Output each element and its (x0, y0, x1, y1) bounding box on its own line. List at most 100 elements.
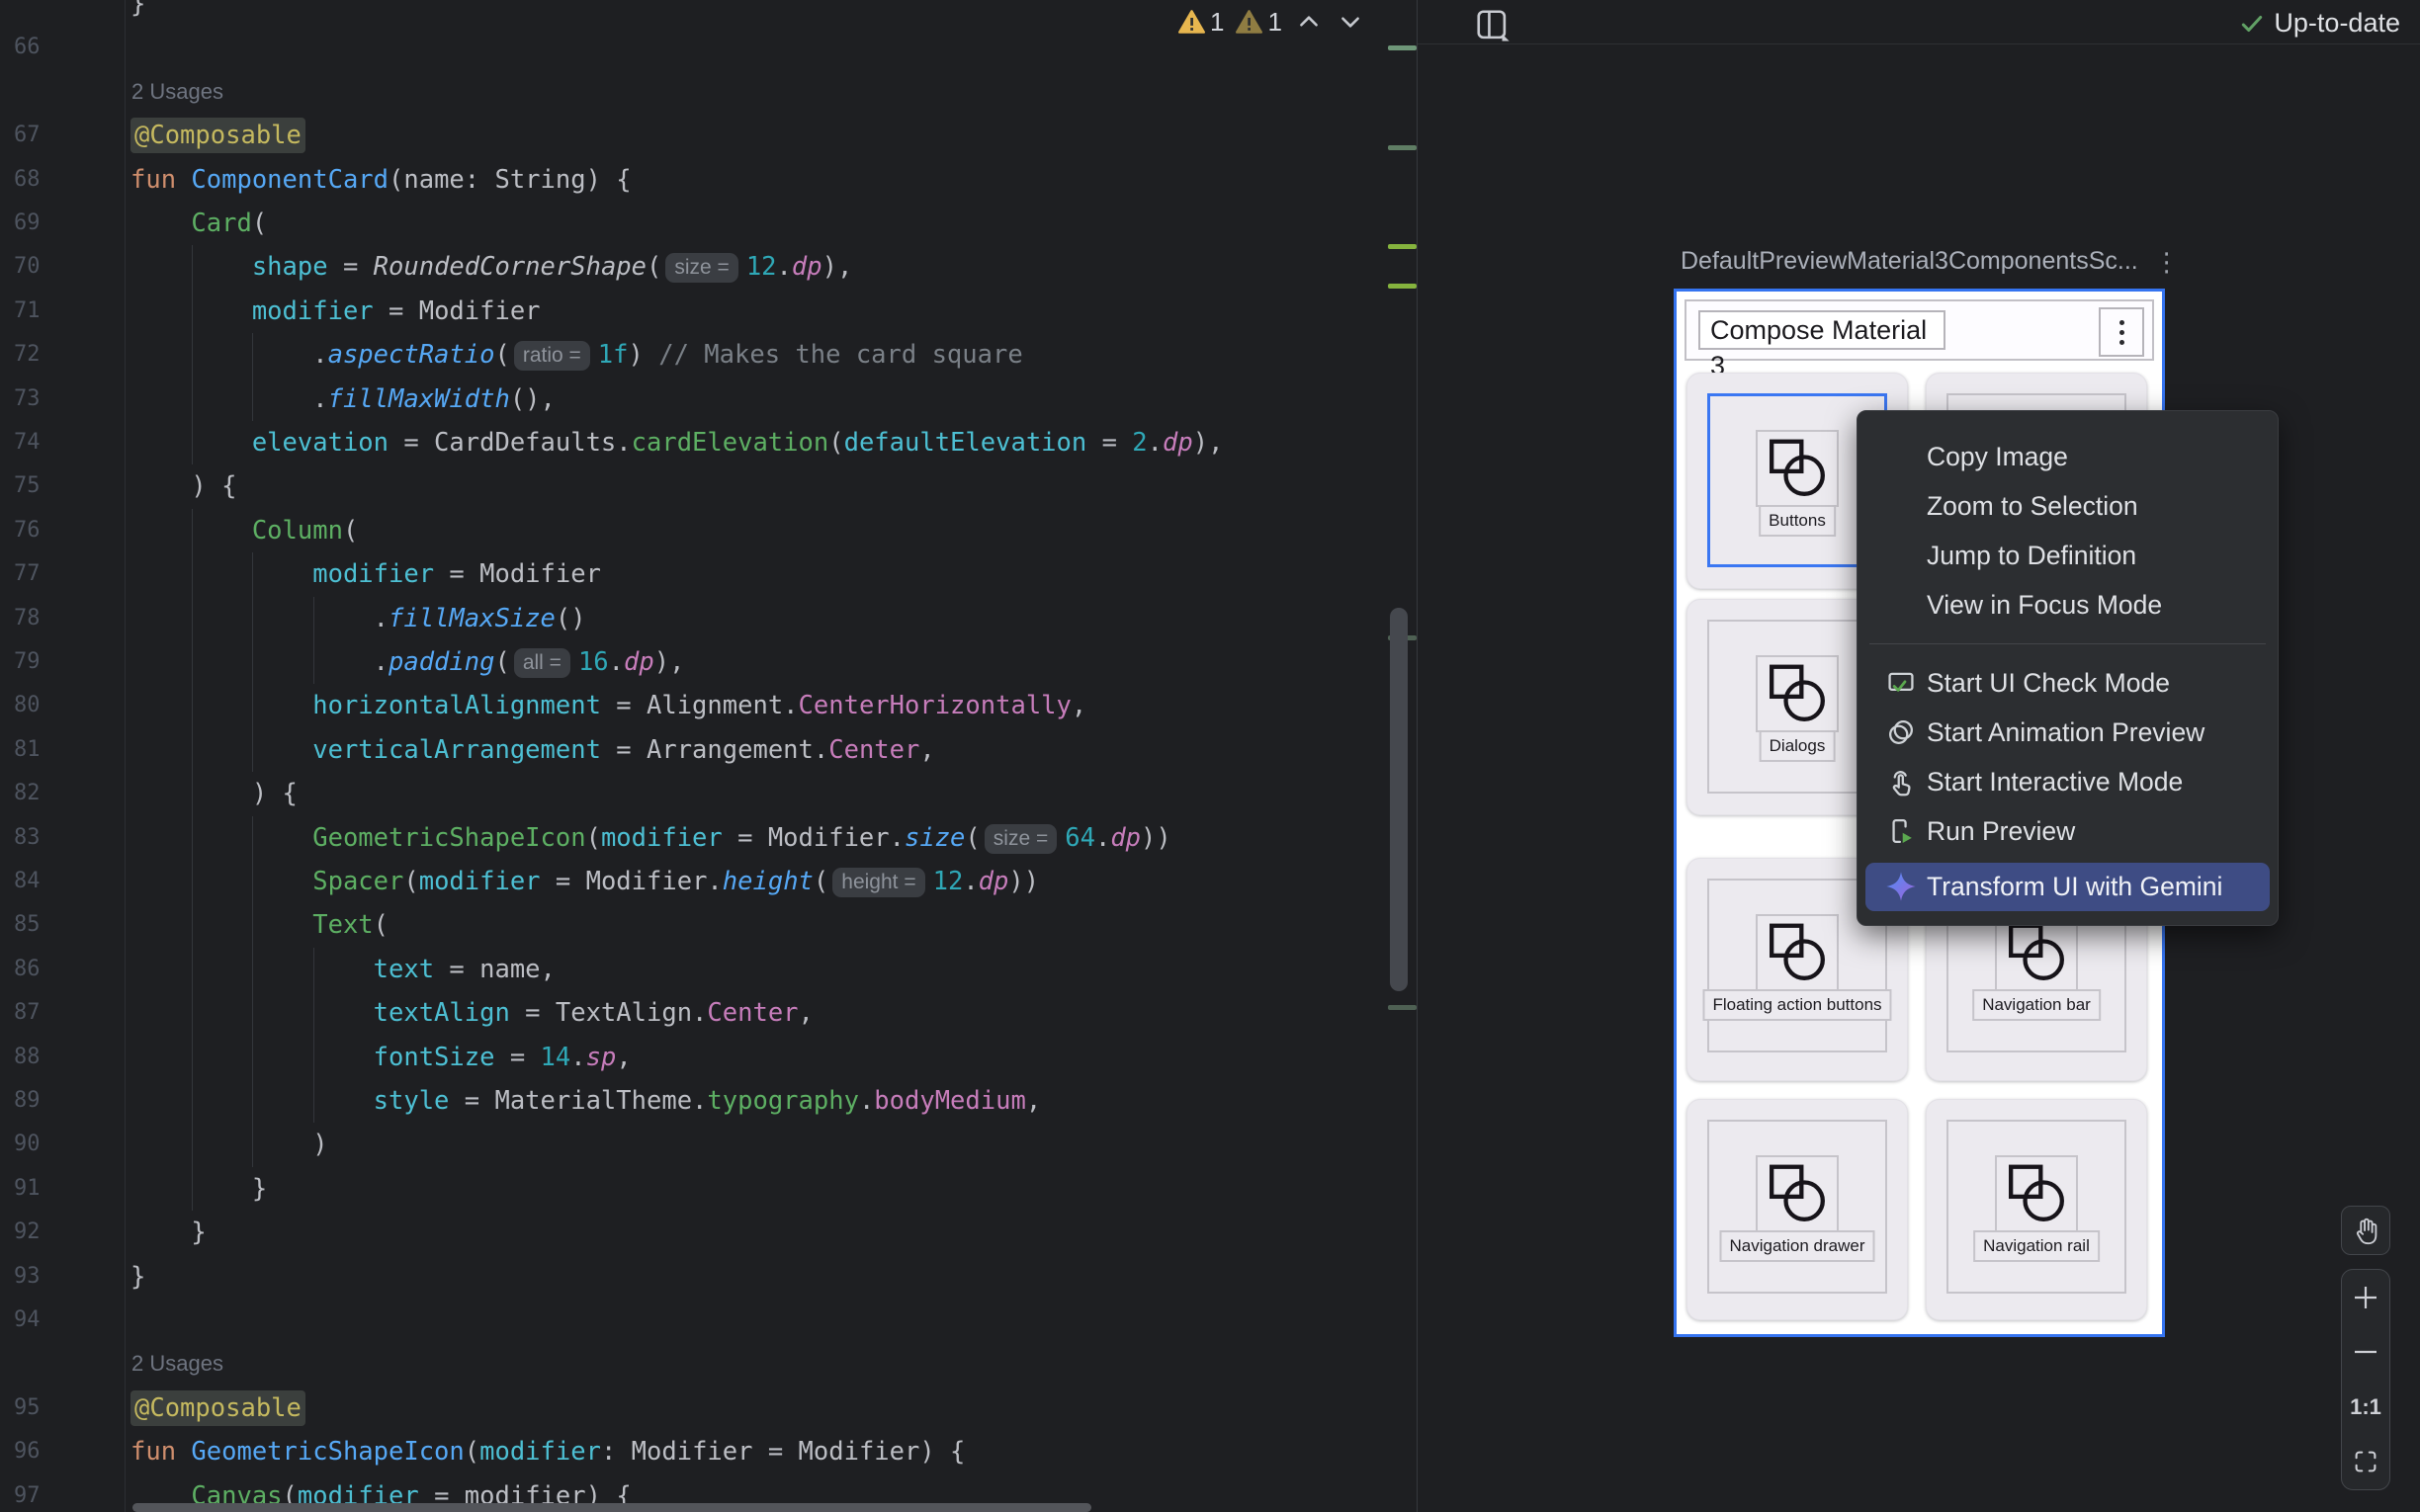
code-line: 81 verticalArrangement = Arrangement.Cen… (0, 728, 1417, 772)
code-line: 94 (0, 1299, 1417, 1342)
preview-app-topbar: Compose Material 3 (1685, 299, 2154, 361)
line-number: 84 (14, 860, 41, 903)
menu-item-label: Start UI Check Mode (1927, 668, 2170, 699)
code-vision-usages[interactable]: 2 Usages (0, 70, 1417, 114)
minus-icon (2351, 1337, 2380, 1367)
code-editor[interactable]: }662 Usages67@Composable68fun ComponentC… (0, 0, 1417, 1512)
menu-item-start-animation-preview[interactable]: Start Animation Preview (1858, 708, 2278, 757)
pan-tool-button[interactable] (2341, 1206, 2390, 1255)
zoom-actual-size-button[interactable]: 1:1 (2344, 1384, 2387, 1431)
code-line: 88 fontSize = 14.sp, (0, 1036, 1417, 1079)
menu-item-label: Start Interactive Mode (1927, 767, 2183, 798)
chevron-up-icon (1296, 9, 1322, 35)
vertical-scrollbar[interactable] (1390, 608, 1408, 991)
warning-icon (1178, 10, 1205, 35)
square-circle-icon (2001, 920, 2072, 985)
line-number: 78 (14, 597, 41, 640)
previous-highlight-button[interactable] (1294, 7, 1324, 37)
code-line: 80 horizontalAlignment = Alignment.Cente… (0, 684, 1417, 727)
code-line: 91 } (0, 1167, 1417, 1211)
menu-item-run-preview[interactable]: Run Preview (1858, 806, 2278, 856)
menu-item-label: Transform UI with Gemini (1927, 872, 2222, 902)
line-number: 88 (14, 1036, 41, 1079)
code-line: 79 .padding(all =16.dp), (0, 640, 1417, 684)
code-vision-usages[interactable]: 2 Usages (0, 1342, 1417, 1386)
line-number: 86 (14, 948, 41, 991)
horizontal-scrollbar[interactable] (132, 1503, 1091, 1512)
layout-bounds: Navigation rail (1946, 1120, 2126, 1294)
icon-bounds (1756, 1155, 1839, 1232)
preview-name-label: DefaultPreviewMaterial3ComponentsSc... (1681, 247, 2138, 276)
menu-item-label: View in Focus Mode (1927, 590, 2162, 621)
sync-status[interactable]: Up-to-date (2239, 8, 2400, 39)
plus-icon (2351, 1283, 2380, 1312)
line-number: 67 (14, 114, 41, 157)
code-line: 71 modifier = Modifier (0, 290, 1417, 333)
code-line: 87 textAlign = TextAlign.Center, (0, 991, 1417, 1035)
preview-card-navigation-drawer[interactable]: Navigation drawer (1686, 1099, 1908, 1320)
line-number: 75 (14, 464, 41, 508)
line-number: 83 (14, 816, 41, 860)
menu-item-label: Run Preview (1927, 816, 2075, 847)
card-label: Floating action buttons (1702, 989, 1891, 1021)
menu-item-copy-image[interactable]: Copy Image (1858, 432, 2278, 481)
line-number: 87 (14, 991, 41, 1035)
code-line: 73 .fillMaxWidth(), (0, 378, 1417, 421)
code-line: 68fun ComponentCard(name: String) { (0, 158, 1417, 202)
code-line: 74 elevation = CardDefaults.cardElevatio… (0, 421, 1417, 464)
line-number: 91 (14, 1167, 41, 1211)
code-line: 95@Composable (0, 1386, 1417, 1430)
code-line: 76 Column( (0, 509, 1417, 552)
code-line: 90 ) (0, 1123, 1417, 1166)
code-line: 86 text = name, (0, 948, 1417, 991)
menu-item-label: Zoom to Selection (1927, 491, 2138, 522)
card-label: Navigation drawer (1719, 1230, 1874, 1262)
line-number: 76 (14, 509, 41, 552)
code-line: 84 Spacer(modifier = Modifier.height(hei… (0, 860, 1417, 903)
animation-icon (1883, 714, 1919, 750)
icon-bounds (1756, 914, 1839, 991)
change-marker (1388, 284, 1417, 289)
menu-item-jump-to-definition[interactable]: Jump to Definition (1858, 531, 2278, 580)
menu-item-start-ui-check-mode[interactable]: Start UI Check Mode (1858, 658, 2278, 708)
preview-card-navigation-rail[interactable]: Navigation rail (1926, 1099, 2147, 1320)
line-number: 82 (14, 772, 41, 815)
change-marker (1388, 45, 1417, 50)
toolbar-divider (1418, 43, 2420, 44)
card-label: Buttons (1759, 505, 1836, 537)
line-number: 90 (14, 1123, 41, 1166)
menu-item-view-in-focus-mode[interactable]: View in Focus Mode (1858, 580, 2278, 630)
gemini-icon (1883, 869, 1919, 904)
line-number: 74 (14, 421, 41, 464)
warning-count: 1 (1210, 7, 1224, 38)
zoom-in-button[interactable] (2344, 1274, 2387, 1321)
line-number: 71 (14, 290, 41, 333)
warning-badge[interactable]: 1 (1178, 7, 1224, 38)
menu-item-zoom-to-selection[interactable]: Zoom to Selection (1858, 481, 2278, 531)
line-number: 77 (14, 552, 41, 596)
menu-item-transform-ui-with-gemini[interactable]: Transform UI with Gemini (1858, 856, 2278, 917)
square-circle-icon (1762, 436, 1833, 501)
icon-bounds (1756, 655, 1839, 732)
preview-options-kebab-icon[interactable]: ⋮ (2154, 249, 2180, 275)
code-line: 92 } (0, 1211, 1417, 1254)
layout-bounds: Navigation drawer (1707, 1120, 1887, 1294)
weak-warning-badge[interactable]: 1 (1236, 7, 1281, 38)
change-marker (1388, 145, 1417, 150)
line-number: 79 (14, 640, 41, 684)
square-circle-icon (1762, 920, 1833, 985)
line-number: 85 (14, 903, 41, 947)
zoom-out-button[interactable] (2344, 1328, 2387, 1376)
menu-separator (1869, 643, 2266, 644)
code-line: 83 GeometricShapeIcon(modifier = Modifie… (0, 816, 1417, 860)
next-highlight-button[interactable] (1336, 7, 1365, 37)
zoom-to-fit-button[interactable] (2344, 1438, 2387, 1485)
line-number: 95 (14, 1386, 41, 1430)
code-line: 77 modifier = Modifier (0, 552, 1417, 596)
line-number: 93 (14, 1255, 41, 1299)
menu-item-start-interactive-mode[interactable]: Start Interactive Mode (1858, 757, 2278, 806)
code-line: 89 style = MaterialTheme.typography.body… (0, 1079, 1417, 1123)
line-number: 68 (14, 158, 41, 202)
editor-layout-button[interactable] (1473, 6, 1512, 45)
line-number: 70 (14, 245, 41, 289)
